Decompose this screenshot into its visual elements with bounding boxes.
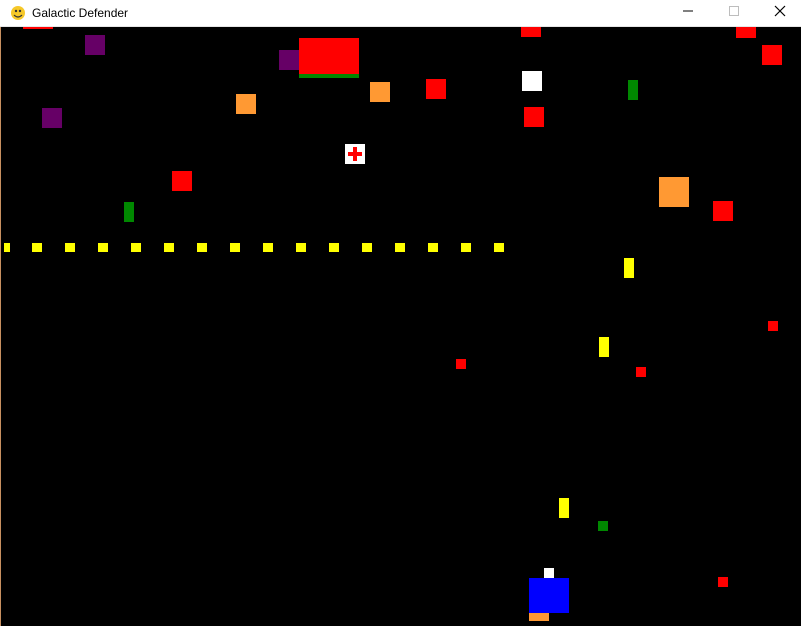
enemy-purple: [42, 108, 62, 128]
enemy-bullet: [329, 243, 339, 252]
enemy-red: [762, 45, 782, 65]
enemy-red: [23, 27, 53, 29]
enemy-shot-red: [456, 359, 466, 369]
enemy-bullet: [494, 243, 504, 252]
enemy-purple: [85, 35, 105, 55]
minimize-icon: [682, 4, 694, 22]
enemy-shot-red: [768, 321, 778, 331]
enemy-red: [172, 171, 192, 191]
enemy-orange: [370, 82, 390, 102]
red-cross-icon: [345, 144, 365, 169]
laser-yellow: [599, 337, 609, 357]
enemy-red: [736, 27, 756, 38]
laser-yellow: [559, 498, 569, 518]
window-titlebar[interactable]: Galactic Defender: [0, 0, 801, 27]
maximize-icon: [728, 4, 740, 22]
white-block: [522, 71, 542, 91]
enemy-bullet: [4, 243, 10, 252]
powerup-green: [124, 202, 134, 222]
enemy-bullet: [461, 243, 471, 252]
boss-enemy: [299, 38, 359, 74]
enemy-red: [524, 107, 544, 127]
enemy-orange-large: [659, 177, 689, 207]
enemy-bullet: [65, 243, 75, 252]
health-pickup: [345, 144, 365, 164]
powerup-green: [598, 521, 608, 531]
close-button[interactable]: [757, 0, 801, 26]
maximize-button[interactable]: [711, 0, 757, 26]
enemy-bullet: [98, 243, 108, 252]
enemy-bullet: [296, 243, 306, 252]
enemy-bullet: [395, 243, 405, 252]
player-ship[interactable]: [529, 578, 569, 613]
enemy-bullet: [32, 243, 42, 252]
enemy-shot-red: [718, 577, 728, 587]
window-title: Galactic Defender: [32, 6, 129, 20]
enemy-orange: [236, 94, 256, 114]
powerup-green: [628, 80, 638, 100]
enemy-bullet: [164, 243, 174, 252]
game-canvas[interactable]: [0, 27, 801, 626]
enemy-bullet: [131, 243, 141, 252]
enemy-purple: [279, 50, 299, 70]
laser-yellow: [624, 258, 634, 278]
player-thruster: [529, 613, 549, 621]
close-icon: [774, 4, 786, 22]
enemy-shot-red: [636, 367, 646, 377]
enemy-bullet: [362, 243, 372, 252]
enemy-red: [521, 27, 541, 37]
enemy-bullet: [197, 243, 207, 252]
minimize-button[interactable]: [665, 0, 711, 26]
boss-health-bar: [299, 74, 359, 78]
player-bullet: [544, 568, 554, 578]
enemy-bullet: [263, 243, 273, 252]
enemy-red: [426, 79, 446, 99]
enemy-bullet: [230, 243, 240, 252]
enemy-red: [713, 201, 733, 221]
pygame-snake-icon: [10, 5, 26, 21]
enemy-bullet: [428, 243, 438, 252]
